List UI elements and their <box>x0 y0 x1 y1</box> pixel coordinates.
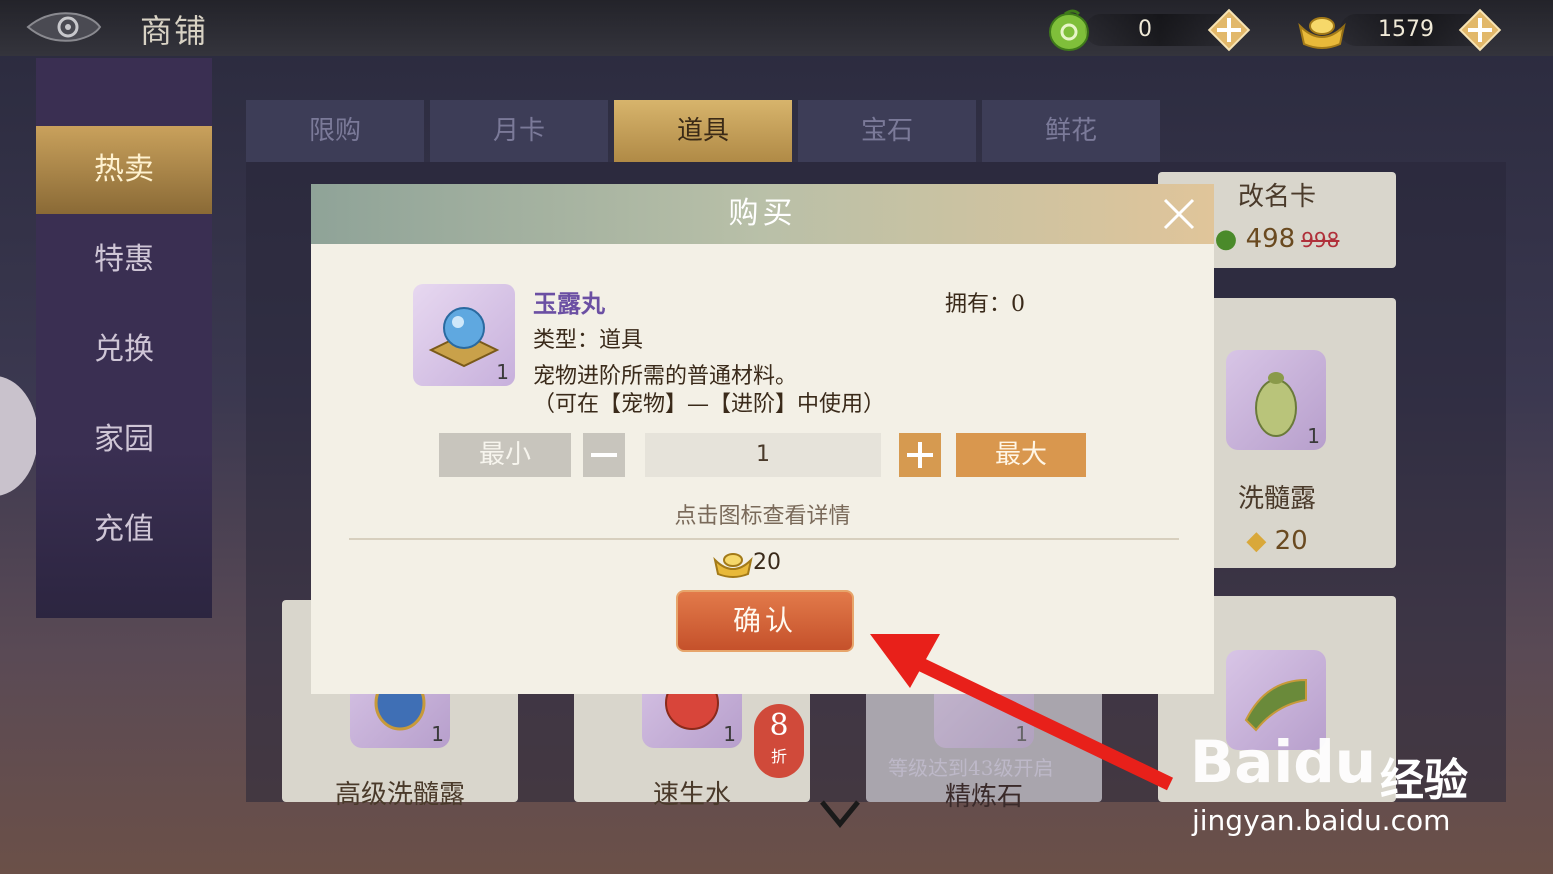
watermark-url: jingyan.baidu.com <box>1192 804 1451 837</box>
sidebar-item-home[interactable]: 家园 <box>36 396 212 484</box>
scroll-down-icon[interactable] <box>818 796 862 830</box>
gold-amount: 1579 <box>1378 17 1434 42</box>
item-type: 类型：道具 <box>533 328 644 353</box>
jade-amount: 0 <box>1138 17 1152 42</box>
max-quantity-button[interactable]: 最大 <box>956 433 1086 477</box>
item-count: 1 <box>496 360 509 384</box>
item-count: 1 <box>723 722 736 746</box>
price-value: 498 <box>1245 224 1296 254</box>
item-name: 玉露丸 <box>533 289 605 318</box>
red-arrow-annotation <box>870 634 1174 791</box>
page-title: 商铺 <box>140 12 209 50</box>
watermark-jingyan: 经验 <box>1380 755 1468 806</box>
card-name: 速生水 <box>652 780 731 810</box>
min-quantity-button[interactable]: 最小 <box>439 433 571 477</box>
decrease-quantity-button[interactable] <box>583 433 625 477</box>
item-thumbnail[interactable]: 1 <box>413 284 515 386</box>
add-jade-button[interactable] <box>1207 8 1251 52</box>
plus-icon <box>907 442 933 468</box>
gold-ingot-icon <box>713 553 753 578</box>
top-bar: 商铺 0 1579 <box>0 0 1553 56</box>
price-value: 20 <box>1274 526 1308 556</box>
gold-currency: 1579 <box>1296 8 1516 52</box>
sidebar: 热卖 特惠 兑换 家园 充值 <box>36 58 212 618</box>
gold-ingot-icon: ◆ <box>1246 526 1267 556</box>
tab-limited[interactable]: 限购 <box>246 100 424 162</box>
category-tabs: 限购 月卡 道具 宝石 鲜花 <box>246 100 1166 162</box>
back-icon[interactable] <box>24 6 104 48</box>
item-count: 1 <box>431 722 444 746</box>
sidebar-item-hot[interactable]: 热卖 <box>36 126 212 214</box>
owned-count: 拥有：0 <box>945 292 1025 317</box>
side-avatar-bubble[interactable] <box>0 376 38 496</box>
dialog-title: 购买 <box>728 196 797 231</box>
watermark-logo: Baidu <box>1190 728 1377 796</box>
sidebar-item-exchange[interactable]: 兑换 <box>36 306 212 394</box>
jade-coin-icon: ● <box>1214 224 1238 254</box>
baidu-watermark: Baidu 经验 jingyan.baidu.com <box>1190 708 1490 848</box>
confirm-button[interactable]: 确认 <box>676 590 854 652</box>
item-usage-note: （可在【宠物】—【进阶】中使用） <box>533 392 886 417</box>
plus-icon <box>1207 8 1251 52</box>
purchase-dialog: 购买 1 玉露丸 类型：道具 宠物进阶所需的普通材料。 （可在【宠物】—【进阶】… <box>311 184 1214 694</box>
tab-gems[interactable]: 宝石 <box>798 100 976 162</box>
divider <box>349 538 1179 540</box>
item-icon: 1 <box>1226 350 1326 450</box>
item-count: 1 <box>1307 424 1320 448</box>
old-price: 998 <box>1301 228 1340 252</box>
tab-items[interactable]: 道具 <box>614 100 792 162</box>
close-icon <box>1163 198 1195 230</box>
total-cost: 20 <box>713 546 833 582</box>
sidebar-item-recharge[interactable]: 充值 <box>36 486 212 574</box>
quantity-field[interactable]: 1 <box>645 433 881 477</box>
increase-quantity-button[interactable] <box>899 433 941 477</box>
tab-monthly-card[interactable]: 月卡 <box>430 100 608 162</box>
discount-badge: 8 折 <box>754 704 804 778</box>
card-name: 高级洗髓露 <box>334 780 465 810</box>
plus-icon <box>1458 8 1502 52</box>
close-button[interactable] <box>1161 196 1197 232</box>
add-gold-button[interactable] <box>1458 8 1502 52</box>
sidebar-item-special[interactable]: 特惠 <box>36 216 212 304</box>
hint-text: 点击图标查看详情 <box>674 504 851 529</box>
tab-flowers[interactable]: 鲜花 <box>982 100 1160 162</box>
jade-currency: 0 <box>1045 8 1265 52</box>
minus-icon <box>591 453 617 457</box>
cost-value: 20 <box>753 550 781 575</box>
